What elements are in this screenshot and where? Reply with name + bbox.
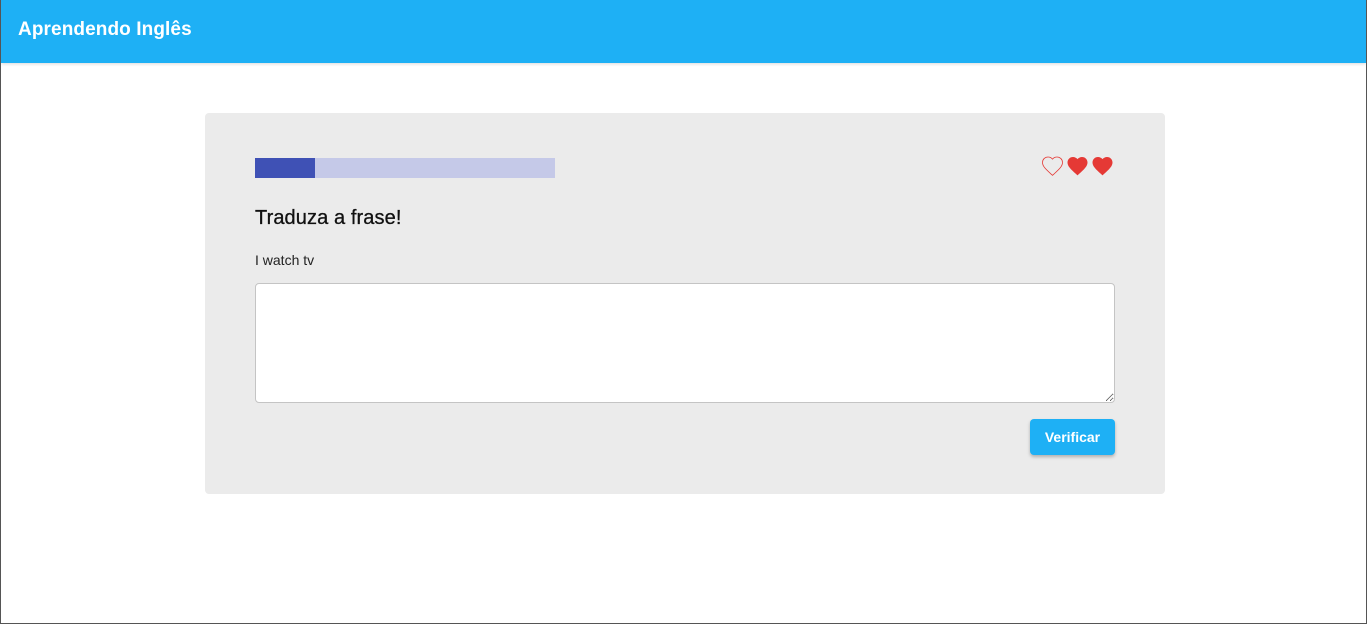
heart-outline-icon [1040,154,1065,178]
lives-indicator [1040,151,1115,181]
lesson-progress-bar [255,158,555,178]
app-title: Aprendendo Inglês [18,19,192,40]
heart-icon [1090,154,1115,178]
translation-input[interactable] [255,283,1115,403]
app-window: Aprendendo Inglês Traduza a frase! I wat… [0,0,1367,624]
heart-icon [1065,154,1090,178]
app-bar: Aprendendo Inglês [1,0,1366,63]
lesson-card: Traduza a frase! I watch tv Verificar [205,113,1165,494]
question-title: Traduza a frase! [255,207,402,229]
phrase-to-translate: I watch tv [255,252,315,268]
verify-button[interactable]: Verificar [1030,419,1115,455]
lesson-progress-fill [255,158,315,178]
